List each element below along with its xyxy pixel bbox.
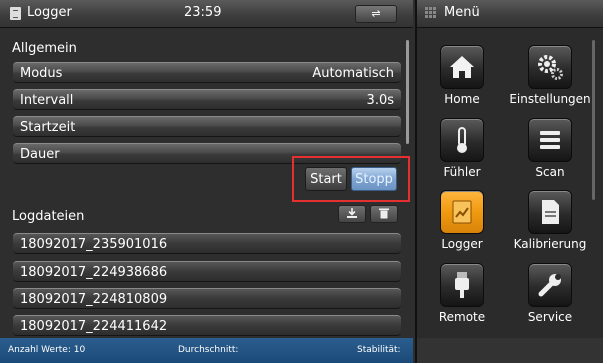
menu-item-scan[interactable]: Scan	[507, 118, 593, 188]
download-button[interactable]	[338, 205, 366, 223]
home-icon	[450, 56, 474, 78]
logfile-item[interactable]: 18092017_235901016	[13, 233, 401, 254]
gears-icon	[538, 55, 563, 80]
menu-item-home[interactable]: Home	[419, 45, 505, 115]
menu-item-logger[interactable]: Logger	[419, 190, 505, 260]
row-intervall[interactable]: Intervall 3.0s	[13, 89, 401, 110]
row-label: Intervall	[20, 93, 74, 108]
logfile-item[interactable]: 18092017_224938686	[13, 261, 401, 282]
average-label: Durchschnitt:	[178, 345, 239, 355]
menu-item-fuehler[interactable]: Fühler	[419, 118, 505, 188]
menu-item-service[interactable]: Service	[507, 263, 593, 333]
clock: 23:59	[184, 5, 222, 20]
section-label-general: Allgemein	[12, 41, 77, 56]
calibration-doc-icon	[542, 200, 559, 224]
menu-item-einstellungen[interactable]: Einstellungen	[507, 45, 593, 115]
plug-icon	[455, 272, 469, 298]
menu-item-remote[interactable]: Remote	[419, 263, 505, 333]
page-title: Logger	[27, 5, 72, 20]
thermometer-icon	[457, 127, 467, 153]
row-value: Automatisch	[312, 66, 394, 81]
menu-footer	[417, 338, 603, 363]
menu-label: Fühler	[443, 165, 481, 179]
menu-label: Einstellungen	[509, 92, 591, 106]
menu-label: Remote	[438, 310, 486, 324]
row-modus[interactable]: Modus Automatisch	[13, 62, 401, 83]
menu-scrollbar[interactable]	[592, 40, 595, 200]
delete-button[interactable]	[370, 205, 398, 223]
menu-item-kalibrierung[interactable]: Kalibrierung	[507, 190, 593, 260]
menu-label: Home	[444, 92, 480, 106]
document-icon	[10, 7, 21, 20]
menu-label: Scan	[535, 165, 565, 179]
menu-label: Kalibrierung	[513, 237, 587, 251]
menu-panel: Menü Home Einstellungen Fühler Scan Logg…	[415, 0, 603, 363]
menu-label: Logger	[441, 237, 483, 251]
section-label-logfiles: Logdateien	[12, 209, 85, 224]
logger-panel: Logger 23:59 ⇌ Allgemein Modus Automatis…	[0, 0, 415, 363]
trash-icon	[379, 208, 389, 219]
scrollbar[interactable]	[406, 40, 409, 144]
row-startzeit[interactable]: Startzeit	[13, 116, 401, 137]
logger-icon	[452, 200, 472, 224]
row-label: Startzeit	[20, 120, 76, 135]
stop-button[interactable]: Stopp	[351, 167, 397, 191]
start-button[interactable]: Start	[305, 167, 347, 191]
row-label: Dauer	[20, 147, 60, 162]
grid-icon	[425, 7, 437, 19]
usb-icon[interactable]: ⇌	[355, 5, 397, 23]
status-bar: Anzahl Werte: 10 Durchschnitt: Stabilitä…	[0, 338, 413, 363]
row-label: Modus	[20, 66, 63, 81]
menu-title-bar: Menü	[417, 0, 603, 28]
wrench-icon	[538, 274, 561, 297]
menu-title: Menü	[444, 5, 480, 20]
menu-label: Service	[527, 310, 573, 324]
logger-title-bar: Logger 23:59 ⇌	[0, 0, 413, 28]
row-value: 3.0s	[366, 93, 394, 108]
logfile-item[interactable]: 18092017_224411642	[13, 315, 401, 336]
stability-label: Stabilität:	[357, 345, 401, 355]
download-icon	[347, 208, 357, 218]
scan-icon	[540, 131, 560, 149]
logfile-item[interactable]: 18092017_224810809	[13, 288, 401, 309]
count-label: Anzahl Werte: 10	[8, 345, 86, 355]
